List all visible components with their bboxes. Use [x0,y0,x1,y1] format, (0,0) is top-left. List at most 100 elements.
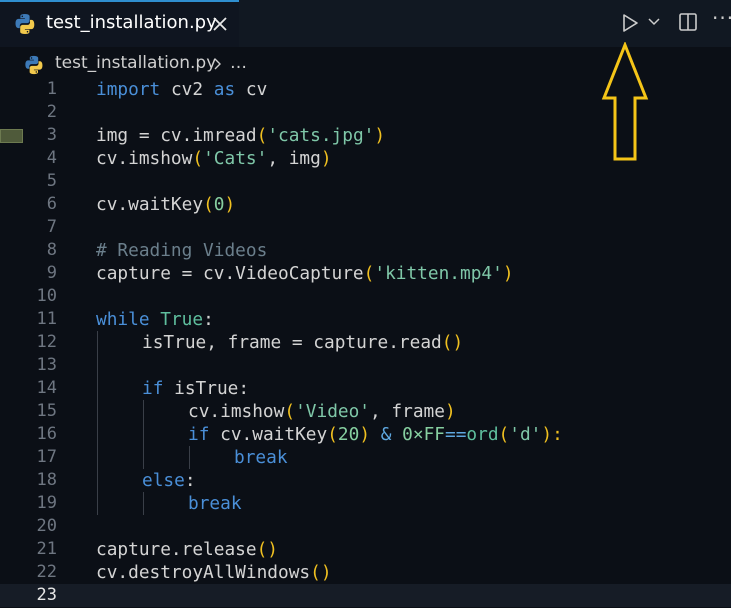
token: : [184,470,196,491]
line-number: 1 [46,79,57,99]
code-line: 5 [0,170,731,193]
code-line: 6 cv.waitKey(0) [0,193,731,216]
line-number: 18 [36,470,57,490]
code-line-current[interactable]: 23 [0,584,731,607]
code-line: 20 [0,515,731,538]
close-icon[interactable] [210,14,230,34]
line-number: 11 [36,309,57,329]
code-text[interactable]: if cv.waitKey(20) & 0×FF==ord('d'): [188,423,563,446]
token: 'kitten.mp4' [374,263,503,284]
code-text[interactable]: capture = cv.VideoCapture('kitten.mp4') [96,262,514,285]
code-text[interactable]: img = cv.imread('cats.jpg') [96,124,385,147]
line-number: 5 [46,171,57,191]
line-number: 8 [46,240,57,260]
code-text[interactable]: break [234,446,288,469]
code-line: 18 else: [0,469,731,492]
tab-test-installation[interactable]: test_installation.py [0,0,239,47]
code-text[interactable]: isTrue, frame = capture.read() [142,331,463,354]
token: cv.imshow [96,148,193,169]
token: , frame [370,401,445,422]
line-number: 19 [36,493,57,513]
token: () [310,562,332,583]
code-line: 17 break [0,446,731,469]
code-text[interactable]: if isTrue: [142,377,249,400]
code-line: 9 capture = cv.VideoCapture('kitten.mp4'… [0,262,731,285]
breadcrumb-file[interactable]: test_installation.py [55,53,216,73]
code-text[interactable]: cv.destroyAllWindows() [96,561,332,584]
code-line: 15 cv.imshow('Video', frame) [0,400,731,423]
token: cv [235,79,268,100]
token: while [96,309,150,330]
code-text[interactable]: import cv2 as cv [96,78,267,101]
code-text[interactable]: cv.waitKey(0) [96,193,235,216]
annotation-arrow-icon [601,42,649,161]
code-line: 12 isTrue, frame = capture.read() [0,331,731,354]
token: ( [327,424,338,445]
token: ) [502,263,514,284]
token: import [96,79,161,100]
line-number: 6 [46,194,57,214]
line-number: 10 [36,286,57,306]
token: 0×FF [402,424,445,445]
code-text[interactable]: else: [142,469,196,492]
code-line: 19 break [0,492,731,515]
more-actions-icon[interactable]: ··· [712,6,731,30]
python-file-icon [25,55,43,75]
token: ( [203,194,214,215]
token: ord [466,424,499,445]
token: ( [363,263,375,284]
code-line: 14 if isTrue: [0,377,731,400]
breadcrumb-more[interactable]: … [230,53,247,73]
token: isTrue, frame = capture.read [142,332,442,353]
token: cv.imshow [188,401,285,422]
chevron-down-icon[interactable] [647,17,661,27]
token: capture = cv.VideoCapture [96,263,364,284]
line-number: 22 [36,562,57,582]
token: 'Video' [295,401,371,422]
token: == [445,424,467,445]
line-number: 13 [36,355,57,375]
code-line: 7 [0,216,731,239]
line-number: 16 [36,424,57,444]
token: ( [256,125,268,146]
token: 0 [213,194,225,215]
line-number: 3 [46,125,57,145]
run-icon[interactable] [620,12,640,34]
line-number: 20 [36,516,57,536]
code-line: 21 capture.release() [0,538,731,561]
token: img = cv.imread [96,125,257,146]
token: 'Cats' [203,148,268,169]
line-number: 17 [36,447,57,467]
line-number: 9 [46,263,57,283]
line-number: 21 [36,539,57,559]
code-line: 16 if cv.waitKey(20) & 0×FF==ord('d'): [0,423,731,446]
code-line: 22 cv.destroyAllWindows() [0,561,731,584]
code-text[interactable]: capture.release() [96,538,278,561]
tab-bar: test_installation.py ··· [0,0,731,47]
line-number: 12 [36,332,57,352]
line-number: 15 [36,401,57,421]
token: True [160,309,204,330]
code-text[interactable]: cv.imshow('Cats', img) [96,147,332,170]
token: cv.waitKey [209,424,328,445]
comment-text[interactable]: # Reading Videos [96,239,267,262]
line-number: 7 [46,217,57,237]
token: () [441,332,464,353]
tab-label: test_installation.py [46,12,217,33]
token: ( [498,424,510,445]
token: 'cats.jpg' [267,125,375,146]
split-editor-icon[interactable] [678,12,698,32]
token: else [142,470,185,491]
code-text[interactable]: while True: [96,308,214,331]
token: ) [444,401,456,422]
token: 20 [337,424,360,445]
token: if [188,424,210,445]
token: isTrue: [163,378,250,399]
token: ) [374,125,386,146]
code-text[interactable]: cv.imshow('Video', frame) [188,400,456,423]
token: cv.waitKey [96,194,204,215]
line-number: 23 [36,585,57,605]
token: ) [224,194,236,215]
code-text[interactable]: break [188,492,242,515]
